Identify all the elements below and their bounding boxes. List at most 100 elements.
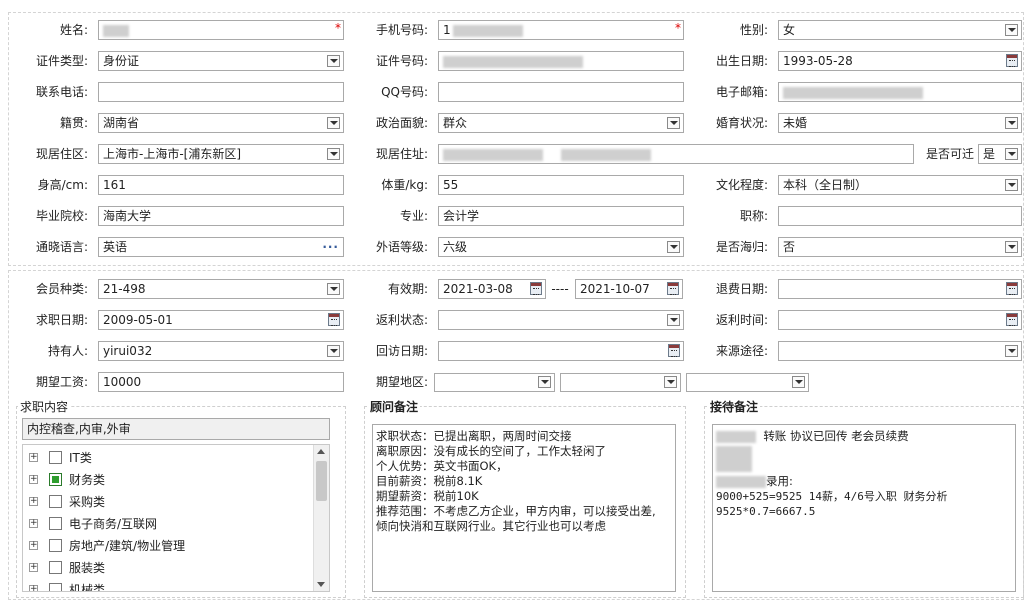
expand-icon[interactable]: + [29, 585, 38, 591]
region-select-1[interactable] [434, 373, 555, 392]
weight-field[interactable]: 55 [438, 175, 684, 195]
valid-from-field[interactable]: 2021-03-08 [438, 279, 546, 299]
mobile-field[interactable]: 1 [438, 20, 684, 40]
current-area-select[interactable]: 上海市-上海市-[浦东新区] [98, 144, 344, 164]
checkbox[interactable] [49, 583, 62, 591]
address-redacted [560, 148, 651, 161]
expand-icon[interactable]: + [29, 519, 38, 528]
job-content-summary[interactable]: 内控稽查,内审,外审 [22, 418, 330, 440]
checkbox-checked[interactable] [49, 473, 62, 486]
checkbox[interactable] [49, 495, 62, 508]
current-address-field[interactable] [438, 144, 914, 164]
chevron-down-icon[interactable] [327, 117, 340, 129]
marital-select[interactable]: 未婚 [778, 113, 1022, 133]
job-content-title: 求职内容 [18, 400, 71, 414]
reception-notes-title: 接待备注 [708, 400, 761, 414]
checkbox[interactable] [49, 539, 62, 552]
holder-label: 持有人: [47, 344, 88, 358]
checkbox[interactable] [49, 561, 62, 574]
id-number-field[interactable] [438, 51, 684, 71]
calendar-icon[interactable] [1006, 282, 1018, 295]
email-redacted [783, 86, 923, 99]
valid-to-field[interactable]: 2021-10-07 [575, 279, 683, 299]
rebate-time-field[interactable] [778, 310, 1022, 330]
checkbox[interactable] [49, 451, 62, 464]
education-label: 文化程度: [715, 178, 768, 192]
scroll-down-icon[interactable] [317, 582, 325, 587]
tree-scrollbar[interactable] [313, 445, 329, 591]
chevron-down-icon[interactable] [1005, 345, 1018, 357]
member-type-select[interactable]: 21-498 [98, 279, 344, 299]
chevron-down-icon[interactable] [1005, 148, 1018, 160]
scroll-up-icon[interactable] [317, 449, 325, 454]
calendar-icon[interactable] [667, 282, 679, 295]
calendar-icon[interactable] [1006, 313, 1018, 326]
expand-icon[interactable]: + [29, 563, 38, 572]
scroll-thumb[interactable] [316, 461, 327, 501]
native-place-select[interactable]: 湖南省 [98, 113, 344, 133]
gender-select[interactable]: 女 [778, 20, 1022, 40]
chevron-down-icon[interactable] [327, 55, 340, 67]
political-label: 政治面貌: [375, 116, 428, 130]
holder-select[interactable]: yirui032 [98, 341, 344, 361]
name-field[interactable] [98, 20, 344, 40]
chevron-down-icon[interactable] [667, 314, 680, 326]
phone-field[interactable] [98, 82, 344, 102]
chevron-down-icon[interactable] [327, 345, 340, 357]
major-label: 专业: [399, 209, 428, 223]
returnee-select[interactable]: 否 [778, 237, 1022, 257]
language-level-select[interactable]: 六级 [438, 237, 684, 257]
address-redacted [443, 148, 543, 161]
calendar-icon[interactable] [668, 344, 680, 357]
id-type-select[interactable]: 身份证 [98, 51, 344, 71]
chevron-down-icon[interactable] [1005, 179, 1018, 191]
rebate-time-label: 返利时间: [715, 313, 768, 327]
reception-notes-textarea[interactable]: 转账 协议已回传 老会员续费 录用: 9000+525=9525 14薪，4/6… [712, 424, 1016, 592]
height-field[interactable]: 161 [98, 175, 344, 195]
job-date-field[interactable]: 2009-05-01 [98, 310, 344, 330]
checkbox[interactable] [49, 517, 62, 530]
salary-field[interactable]: 10000 [98, 372, 344, 392]
advisor-notes-title: 顾问备注 [368, 400, 421, 414]
can-travel-select[interactable]: 是 [978, 144, 1022, 164]
chevron-down-icon[interactable] [1005, 24, 1018, 36]
language-field[interactable]: 英语 ··· [98, 237, 344, 257]
title-field[interactable] [778, 206, 1022, 226]
calendar-icon[interactable] [1006, 54, 1018, 67]
more-icon[interactable]: ··· [322, 240, 339, 254]
region-select-3[interactable] [686, 373, 809, 392]
job-category-tree: + IT类 + 财务类 + 采购类 + 电子商务/互联网 + 房地产/建筑/物业… [22, 444, 330, 592]
birth-date-field[interactable]: 1993-05-28 [778, 51, 1022, 71]
refund-date-field[interactable] [778, 279, 1022, 299]
region-select-2[interactable] [560, 373, 681, 392]
id-number-redacted [443, 55, 583, 68]
chevron-down-icon[interactable] [538, 376, 551, 388]
can-travel-label: 是否可迁 [925, 147, 974, 161]
calendar-icon[interactable] [530, 282, 542, 295]
calendar-icon[interactable] [328, 313, 340, 326]
chevron-down-icon[interactable] [1005, 241, 1018, 253]
advisor-notes-textarea[interactable]: 求职状态：已提出离职，两周时间交接 离职原因：没有成长的空间了，工作太轻闲了 个… [372, 424, 676, 592]
chevron-down-icon[interactable] [1005, 117, 1018, 129]
rebate-status-select[interactable] [438, 310, 684, 330]
email-field[interactable] [778, 82, 1022, 102]
marital-label: 婚育状况: [715, 116, 768, 130]
chevron-down-icon[interactable] [327, 283, 340, 295]
qq-field[interactable] [438, 82, 684, 102]
visit-date-field[interactable] [438, 341, 684, 361]
major-field[interactable]: 会计学 [438, 206, 684, 226]
expand-icon[interactable]: + [29, 541, 38, 550]
mobile-label: 手机号码: [375, 23, 428, 37]
chevron-down-icon[interactable] [327, 148, 340, 160]
chevron-down-icon[interactable] [664, 376, 677, 388]
expand-icon[interactable]: + [29, 475, 38, 484]
chevron-down-icon[interactable] [667, 241, 680, 253]
chevron-down-icon[interactable] [792, 376, 805, 388]
education-select[interactable]: 本科（全日制） [778, 175, 1022, 195]
expand-icon[interactable]: + [29, 497, 38, 506]
chevron-down-icon[interactable] [667, 117, 680, 129]
source-select[interactable] [778, 341, 1022, 361]
school-field[interactable]: 海南大学 [98, 206, 344, 226]
political-select[interactable]: 群众 [438, 113, 684, 133]
expand-icon[interactable]: + [29, 453, 38, 462]
